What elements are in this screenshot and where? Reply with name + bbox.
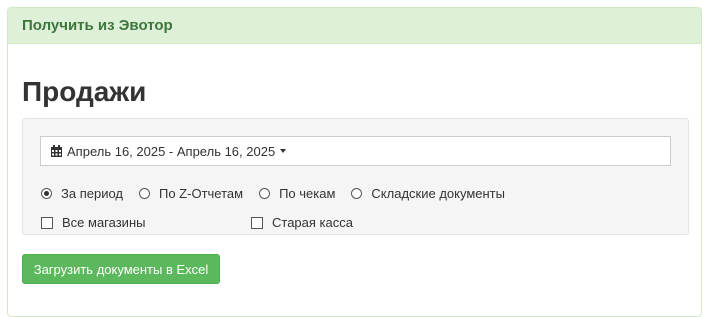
date-range-text: Апрель 16, 2025 - Апрель 16, 2025 — [67, 143, 276, 159]
all-stores-label: Все магазины — [62, 215, 146, 230]
date-range-picker[interactable]: Апрель 16, 2025 - Апрель 16, 2025 — [40, 136, 671, 166]
radio-label-period: За период — [61, 186, 123, 201]
report-type-group: За период По Z-Отчетам По чекам Складски… — [41, 186, 521, 201]
filters-well: Апрель 16, 2025 - Апрель 16, 2025 За пер… — [22, 118, 689, 235]
panel-heading: Получить из Эвотор — [8, 8, 701, 44]
radio-warehouse-docs[interactable] — [351, 188, 363, 199]
old-register-checkbox[interactable] — [251, 216, 263, 229]
radio-option-warehouse-docs[interactable]: Складские документы — [351, 186, 505, 201]
all-stores-option[interactable]: Все магазины — [41, 215, 145, 230]
radio-label-z-reports: По Z-Отчетам — [159, 186, 244, 201]
all-stores-checkbox[interactable] — [41, 216, 53, 229]
old-register-option[interactable]: Старая касса — [251, 215, 353, 230]
radio-option-period[interactable]: За период — [41, 186, 123, 201]
calendar-icon — [51, 145, 62, 157]
old-register-label: Старая касса — [272, 215, 353, 230]
evotor-panel: Получить из Эвотор Продажи Апрель 16, 20… — [7, 7, 702, 317]
radio-option-z-reports[interactable]: По Z-Отчетам — [139, 186, 243, 201]
radio-label-receipts: По чекам — [279, 186, 336, 201]
radio-receipts[interactable] — [259, 188, 271, 199]
page-title: Продажи — [22, 76, 147, 107]
load-excel-button[interactable]: Загрузить документы в Excel — [22, 254, 220, 284]
radio-option-receipts[interactable]: По чекам — [259, 186, 335, 201]
radio-period[interactable] — [41, 188, 52, 199]
radio-label-warehouse-docs: Складские документы — [371, 186, 505, 201]
radio-z-reports[interactable] — [139, 188, 150, 199]
caret-down-icon — [280, 149, 287, 153]
